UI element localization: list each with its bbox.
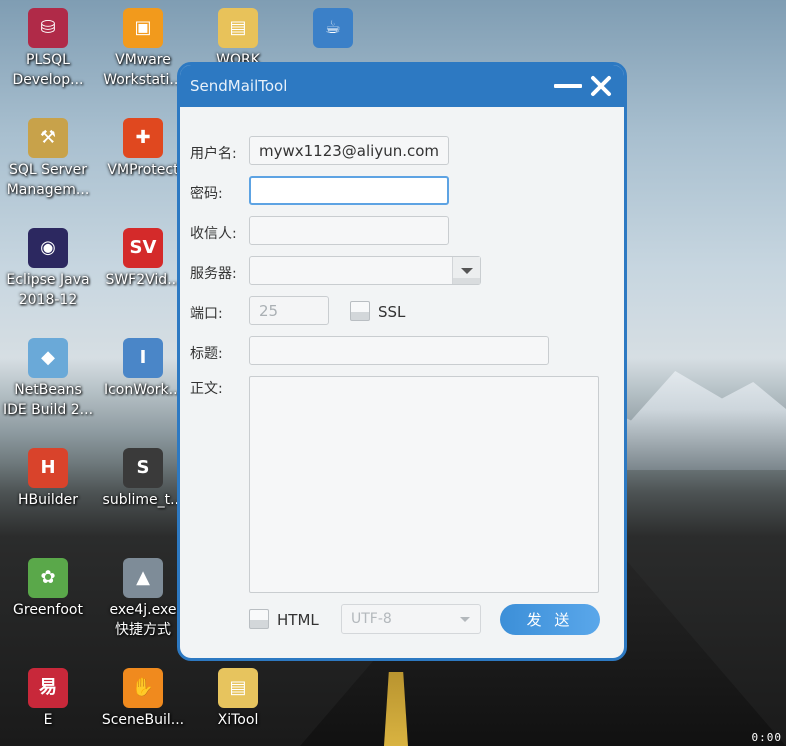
username-row: 用户名: — [190, 139, 250, 167]
password-label: 密码: — [190, 186, 223, 202]
server-dropdown-button[interactable] — [452, 257, 480, 284]
desktop-icon-label: XiTool — [217, 712, 259, 728]
vmware-workstation-icon: ▣ — [123, 8, 163, 48]
e-language-icon: 易 — [28, 668, 68, 708]
minimize-button[interactable] — [552, 71, 584, 101]
ssl-label: SSL — [378, 303, 406, 321]
body-textarea[interactable] — [249, 376, 599, 593]
recipient-input[interactable] — [249, 216, 449, 245]
xitool-icon: ▤ — [218, 668, 258, 708]
port-row: 端口: — [190, 299, 250, 327]
desktop-icon-greenfoot[interactable]: ✿ Greenfoot — [0, 558, 96, 620]
encoding-value: UTF-8 — [351, 611, 392, 627]
eclipse-java-icon: ◉ — [28, 228, 68, 268]
desktop-icon-label: HBuilder — [17, 492, 79, 508]
subject-row: 标题: — [190, 339, 250, 367]
port-label: 端口: — [190, 306, 223, 322]
html-label: HTML — [277, 611, 319, 629]
port-input[interactable]: 25 — [249, 296, 329, 325]
desktop-icon-plsql-developer[interactable]: ⛁ PLSQL Develop... — [0, 8, 96, 90]
desktop-icon-label: Greenfoot — [13, 602, 83, 618]
sendmailtool-window: SendMailTool 用户名: mywx1123@aliyun.com 密码… — [177, 62, 627, 661]
chevron-down-icon — [460, 617, 470, 622]
recipient-row: 收信人: — [190, 219, 250, 247]
desktop-icon-label: E — [43, 712, 53, 728]
exe4j-icon: ▲ — [123, 558, 163, 598]
greenfoot-icon: ✿ — [28, 558, 68, 598]
work-folder-icon: ▤ — [218, 8, 258, 48]
minimize-icon — [554, 84, 582, 88]
clock-readout: 0:00 — [751, 731, 782, 744]
desktop-icon-java-app[interactable]: ☕ — [285, 8, 381, 50]
chevron-down-icon — [460, 267, 473, 274]
server-label: 服务器: — [190, 266, 237, 282]
body-row: 正文: — [190, 374, 250, 402]
vmprotect-icon: ✚ — [123, 118, 163, 158]
desktop-icon-scene-builder[interactable]: ✋ SceneBuil... — [95, 668, 191, 730]
plsql-developer-icon: ⛁ — [28, 8, 68, 48]
send-button[interactable]: 发 送 — [500, 604, 600, 635]
window-titlebar[interactable]: SendMailTool — [180, 65, 624, 107]
java-app-icon: ☕ — [313, 8, 353, 48]
username-input[interactable]: mywx1123@aliyun.com — [249, 136, 449, 165]
close-button[interactable] — [584, 71, 618, 101]
desktop-icon-label: Eclipse Java 2018-12 — [6, 272, 90, 308]
server-row: 服务器: — [190, 259, 250, 287]
iconworkshop-icon: I — [123, 338, 163, 378]
desktop-icon-sql-server-management[interactable]: ⚒ SQL Server Managem... — [0, 118, 96, 200]
desktop-icon-netbeans-ide[interactable]: ◆ NetBeans IDE Build 2... — [0, 338, 96, 420]
desktop-icon-work-folder[interactable]: ▤ WORK — [190, 8, 286, 70]
subject-input[interactable] — [249, 336, 549, 365]
desktop-icon-label: PLSQL Develop... — [12, 52, 84, 88]
html-checkbox[interactable] — [249, 609, 269, 629]
hbuilder-icon: H — [28, 448, 68, 488]
body-label: 正文: — [190, 381, 223, 397]
username-label: 用户名: — [190, 146, 237, 162]
server-combobox[interactable] — [249, 256, 481, 285]
sql-server-management-icon: ⚒ — [28, 118, 68, 158]
desktop-icon-xitool[interactable]: ▤ XiTool — [190, 668, 286, 730]
sublime-text-icon: S — [123, 448, 163, 488]
desktop-icon-hbuilder[interactable]: H HBuilder — [0, 448, 96, 510]
ssl-checkbox[interactable] — [350, 301, 370, 321]
password-row: 密码: — [190, 179, 250, 207]
dropdown-button-shade — [453, 278, 480, 284]
netbeans-ide-icon: ◆ — [28, 338, 68, 378]
encoding-select[interactable]: UTF-8 — [341, 604, 481, 634]
recipient-label: 收信人: — [190, 226, 237, 242]
close-icon — [591, 76, 611, 96]
desktop-icon-eclipse-java[interactable]: ◉ Eclipse Java 2018-12 — [0, 228, 96, 310]
desktop-icon-label: SceneBuil... — [101, 712, 185, 728]
password-input[interactable] — [249, 176, 449, 205]
window-title: SendMailTool — [190, 77, 288, 95]
desktop-icon-label: NetBeans IDE Build 2... — [2, 382, 94, 418]
desktop-icon-e-language[interactable]: 易E — [0, 668, 96, 730]
desktop-icon-label: SQL Server Managem... — [6, 162, 90, 198]
scene-builder-icon: ✋ — [123, 668, 163, 708]
subject-label: 标题: — [190, 346, 223, 362]
swf2video-icon: SV — [123, 228, 163, 268]
